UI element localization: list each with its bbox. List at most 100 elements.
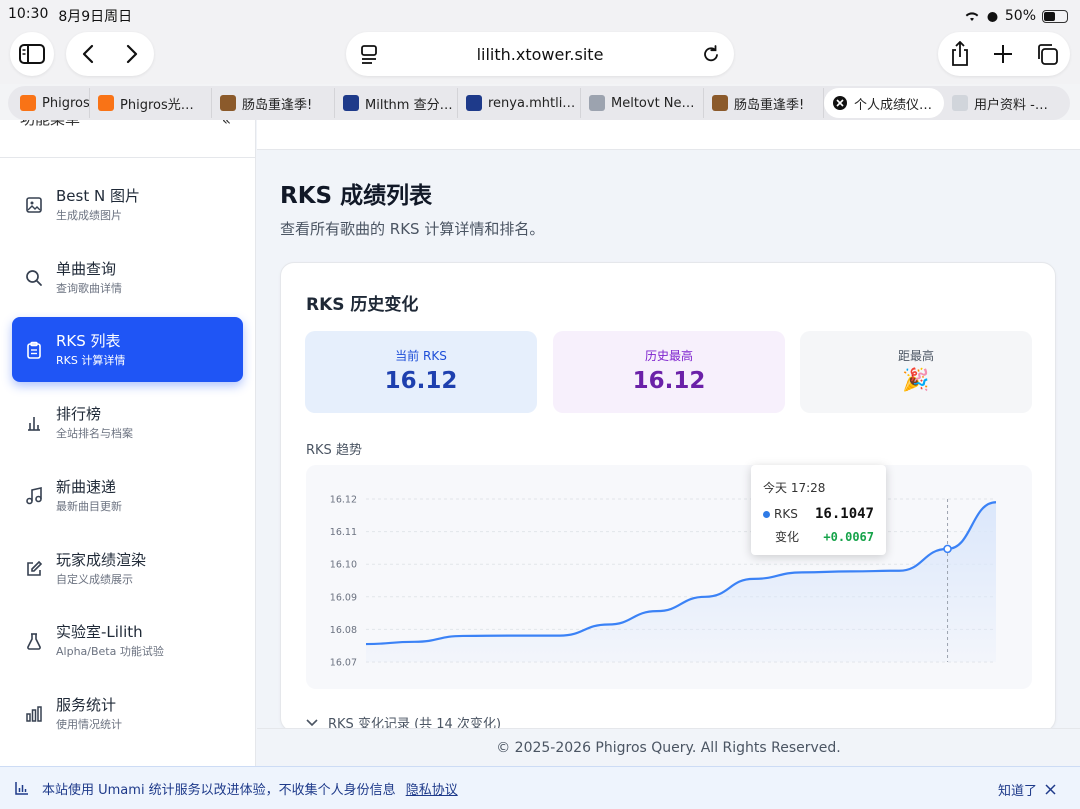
collapse-icon[interactable]: « [222,120,231,129]
reload-icon[interactable] [702,44,720,64]
tooltip-time: 今天 17:28 [763,481,826,495]
profile-favicon-icon [952,95,968,111]
tab-5[interactable]: Meltovt Ne… [581,88,704,118]
y-tick-label: 16.12 [330,495,357,506]
highlight-point [943,544,952,554]
chart-tooltip: 今天 17:28 RKS 16.1047 变化 +0.0067 [751,465,886,555]
y-tick-label: 16.08 [330,625,357,636]
series-dot-icon [763,511,770,518]
sidebar-item-new-songs[interactable]: 新曲速递 最新曲目更新 [12,463,243,528]
footer: © 2025-2026 Phigros Query. All Rights Re… [257,728,1080,766]
page-description: 查看所有歌曲的 RKS 计算详情和排名。 [280,220,545,238]
y-tick-label: 16.11 [330,527,357,538]
flask-icon [24,631,44,651]
music-icon [24,486,44,506]
stat-value: 16.12 [632,368,706,394]
main-content: RKS 成绩列表 查看所有歌曲的 RKS 计算详情和排名。 RKS 历史变化 当… [257,120,1080,766]
close-tab-icon[interactable] [832,95,848,111]
page-title: RKS 成绩列表 [280,183,433,209]
tab-0[interactable]: Phigros [12,88,90,118]
url-bar[interactable]: lilith.xtower.site [346,32,734,76]
url-text: lilith.xtower.site [476,44,604,64]
sidebar-item-rks-list[interactable]: RKS 列表 RKS 计算详情 [12,317,243,382]
meltovt-favicon-icon [589,95,605,111]
stat-label: 距最高 [897,349,934,363]
stat-label: 历史最高 [644,349,693,363]
series-area [366,502,996,662]
consent-text: 本站使用 Umami 统计服务以改进体验，不收集个人身份信息 [42,782,396,798]
tooltip-series: RKS [774,507,798,521]
tabs-overview-icon[interactable] [1035,42,1059,66]
top-nav-band [257,120,1080,150]
rks-trend-chart: 16.12 16.11 16.10 16.09 16.08 16.07 今天 17:28 … [306,465,1032,689]
stat-gap-to-best: 距最高 🎉 [800,331,1032,413]
new-tab-icon[interactable] [993,44,1013,64]
tab-7-active[interactable]: 个人成绩仪… [824,88,944,118]
leaderboard-icon [24,413,44,433]
edit-icon [24,559,44,579]
sidebar-item-leaderboard[interactable]: 排行榜 全站排名与档案 [12,390,243,455]
sidebar-item-song-query[interactable]: 单曲查询 查询歌曲详情 [12,245,243,310]
close-icon [1045,784,1056,795]
consent-dismiss-button[interactable]: 知道了 [998,780,1056,799]
y-tick-label: 16.10 [330,560,357,571]
sidebar-item-stats[interactable]: 服务统计 使用情况统计 [12,681,243,746]
milthm-favicon-icon [466,95,482,111]
analytics-icon [15,782,28,795]
back-icon[interactable] [81,44,95,64]
search-icon [24,268,44,288]
trend-label: RKS 趋势 [306,443,362,458]
page: 功能菜单 « Best N 图片生成成绩图片 单曲查询查询歌曲详情 RKS 列表… [0,120,1080,766]
battery-icon [1042,9,1068,23]
browser-toolbar: lilith.xtower.site [0,32,1080,84]
y-tick-label: 16.09 [330,592,357,603]
tab-strip: Phigros Phigros光… 肠岛重逢季! Milthm 查分… reny… [8,86,1070,120]
alarm-icon [987,11,998,22]
sidebar: 功能菜单 « Best N 图片生成成绩图片 单曲查询查询歌曲详情 RKS 列表… [0,120,256,766]
avatar-favicon-icon [220,95,236,111]
forward-icon[interactable] [125,44,139,64]
tooltip-change-label: 变化 [775,530,800,544]
tab-3[interactable]: Milthm 查分… [335,88,458,118]
stat-value: 16.12 [384,368,458,394]
sidebar-item-player-render[interactable]: 玩家成绩渲染 自定义成绩展示 [12,536,243,601]
share-icon[interactable] [949,41,971,67]
sidebar-header-title: 功能菜单 [20,120,80,129]
tab-1[interactable]: Phigros光… [90,88,212,118]
analytics-consent-banner: 本站使用 Umami 统计服务以改进体验，不收集个人身份信息 隐私协议 知道了 [0,766,1080,809]
stat-history-best: 历史最高 16.12 [553,331,785,413]
tab-2[interactable]: 肠岛重逢季! [212,88,335,118]
sidebar-icon [19,44,45,64]
avatar-favicon-icon [712,95,728,111]
milthm-favicon-icon [343,95,359,111]
phigros-favicon-icon [20,95,36,111]
history-nav [66,32,154,76]
sidebar-item-best-n[interactable]: Best N 图片 生成成绩图片 [12,172,243,237]
y-tick-label: 16.07 [330,658,357,669]
tab-4[interactable]: renya.mhtli… [458,88,581,118]
tooltip-value: 16.1047 [814,506,874,522]
tab-8[interactable]: 用户资料 -… [944,88,1052,118]
status-time: 10:30 [8,6,49,22]
clipboard-icon [24,340,44,360]
tooltip-change: +0.0067 [823,529,874,544]
sidebar-item-lab[interactable]: 实验室-Lilith Alpha/Beta 功能试验 [12,608,243,673]
page-menu-icon[interactable] [360,44,378,64]
tab-6[interactable]: 肠岛重逢季! [704,88,824,118]
stat-label: 当前 RKS [395,349,447,363]
privacy-link[interactable]: 隐私协议 [406,779,458,798]
consent-ok-label: 知道了 [997,784,1037,799]
status-bar: 10:30 8月9日周日 50% [0,0,1080,32]
rks-history-card: RKS 历史变化 当前 RKS 16.12 历史最高 16.12 距最高 🎉 R… [280,262,1056,732]
celebration-icon: 🎉 [902,368,930,393]
bar-chart-icon [24,704,44,724]
stat-current-rks: 当前 RKS 16.12 [305,331,537,413]
browser-actions [938,32,1070,76]
image-icon [24,195,44,215]
chevron-down-icon [306,718,318,726]
status-date: 8月9日周日 [58,9,133,25]
card-title: RKS 历史变化 [306,295,419,315]
wifi-icon [965,12,979,21]
battery-percent: 50% [1004,8,1036,24]
sidebar-toggle-button[interactable] [10,32,54,76]
